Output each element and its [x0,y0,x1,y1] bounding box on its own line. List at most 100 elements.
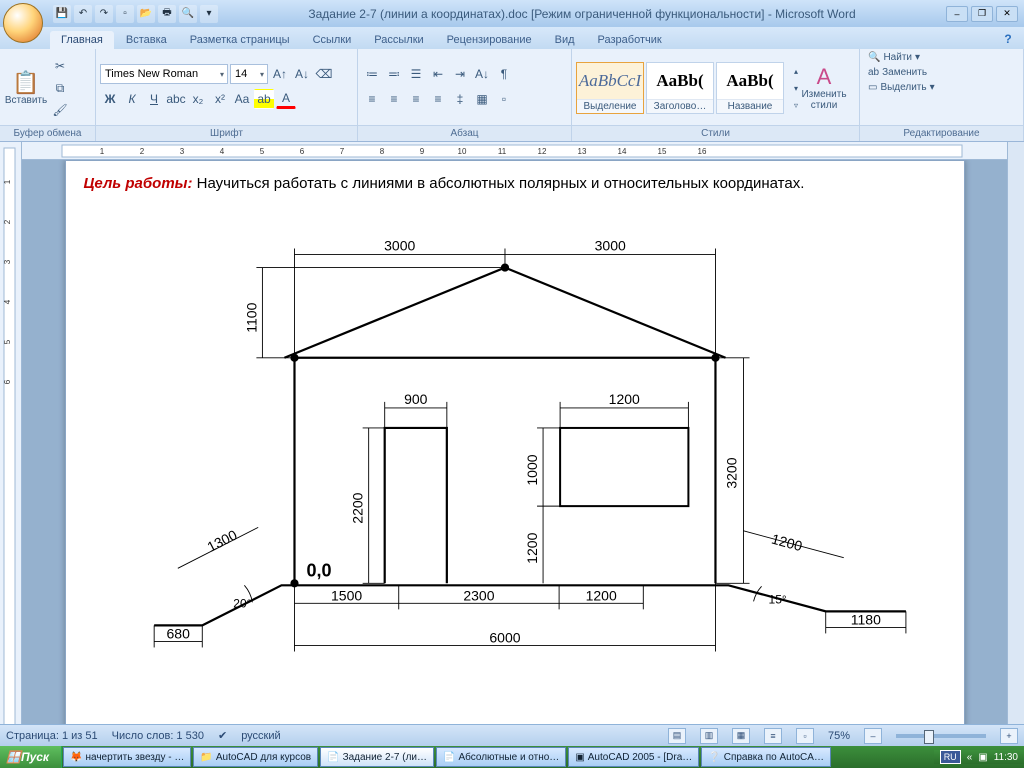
cut-icon[interactable]: ✂ [50,56,70,76]
qat-more-icon[interactable]: ▾ [200,5,218,23]
indent-icon[interactable]: ⇥ [450,64,470,84]
tray-network-icon[interactable]: ▣ [978,752,987,763]
ribbon: 📋Вставить ✂ ⧉ 🖌 Буфер обмена Times New R… [0,49,1024,142]
grow-font-icon[interactable]: A↑ [270,64,290,84]
group-editing-label: Редактирование [860,125,1023,141]
save-icon[interactable]: 💾 [53,5,71,23]
bullets-icon[interactable]: ≔ [362,64,382,84]
tab-view[interactable]: Вид [544,31,586,49]
change-styles-button[interactable]: AИзменить стили [802,61,846,115]
taskbar-help[interactable]: ❔ Справка по AutoCA… [701,747,831,767]
outdent-icon[interactable]: ⇤ [428,64,448,84]
select-button[interactable]: ▭Выделить ▾ [864,81,1019,94]
language-indicator[interactable]: RU [940,750,961,764]
multilevel-icon[interactable]: ☰ [406,64,426,84]
subscript-icon[interactable]: x₂ [188,89,208,109]
tab-home[interactable]: Главная [50,31,114,49]
view-draft-icon[interactable]: ▫ [796,728,814,744]
print-icon[interactable]: 🖶 [158,5,176,23]
horizontal-ruler: 1234 5678 9101112 13141516 [22,142,1007,160]
italic-icon[interactable]: К [122,89,142,109]
view-outline-icon[interactable]: ≡ [764,728,782,744]
tab-developer[interactable]: Разработчик [587,31,673,49]
font-family-combo[interactable]: Times New Roman [100,64,228,84]
restore-button[interactable]: ❐ [971,6,993,22]
redo-icon[interactable]: ↷ [95,5,113,23]
taskbar-word2[interactable]: 📄 Абсолютные и отно… [436,747,566,767]
shrink-font-icon[interactable]: A↓ [292,64,312,84]
tab-review[interactable]: Рецензирование [436,31,543,49]
status-words[interactable]: Число слов: 1 530 [112,730,204,742]
new-icon[interactable]: ▫ [116,5,134,23]
highlight-icon[interactable]: ab [254,89,274,109]
clock[interactable]: 11:30 [994,752,1018,763]
svg-text:10: 10 [458,147,467,156]
system-tray: RU « ▣ 11:30 [934,750,1024,764]
svg-text:20°: 20° [233,596,251,610]
align-right-icon[interactable]: ≡ [406,89,426,109]
status-lang[interactable]: русский [241,730,280,742]
tab-insert[interactable]: Вставка [115,31,178,49]
status-page[interactable]: Страница: 1 из 51 [6,730,98,742]
superscript-icon[interactable]: x² [210,89,230,109]
tray-expand-icon[interactable]: « [967,752,973,763]
taskbar-firefox[interactable]: 🦊 начертить звезду - … [63,747,191,767]
zoom-level[interactable]: 75% [828,730,850,742]
borders-icon[interactable]: ▫ [494,89,514,109]
underline-icon[interactable]: Ч [144,89,164,109]
preview-icon[interactable]: 🔍 [179,5,197,23]
replace-button[interactable]: abЗаменить [864,66,1019,79]
strike-icon[interactable]: abc [166,89,186,109]
start-button[interactable]: 🪟 Пуск [0,746,62,768]
align-center-icon[interactable]: ≡ [384,89,404,109]
format-painter-icon[interactable]: 🖌 [50,100,70,120]
view-web-icon[interactable]: ▦ [732,728,750,744]
svg-text:1200: 1200 [608,391,639,407]
svg-text:5: 5 [260,147,265,156]
bold-icon[interactable]: Ж [100,89,120,109]
taskbar-autocad[interactable]: ▣ AutoCAD 2005 - [Dra… [568,747,699,767]
open-icon[interactable]: 📂 [137,5,155,23]
find-button[interactable]: 🔍Найти ▾ [864,51,1019,64]
justify-icon[interactable]: ≡ [428,89,448,109]
numbering-icon[interactable]: ≕ [384,64,404,84]
style-title[interactable]: AaBb(Название [716,62,784,114]
svg-text:16: 16 [698,147,707,156]
close-button[interactable]: ✕ [996,6,1018,22]
undo-icon[interactable]: ↶ [74,5,92,23]
clear-format-icon[interactable]: ⌫ [314,64,334,84]
zoom-out-icon[interactable]: – [864,728,882,744]
zoom-slider[interactable] [896,734,986,738]
case-icon[interactable]: Aa [232,89,252,109]
paste-button[interactable]: 📋Вставить [4,67,48,110]
tab-references[interactable]: Ссылки [302,31,363,49]
document-page: Цель работы: Научиться работать с линиям… [65,160,965,731]
line-spacing-icon[interactable]: ‡ [450,89,470,109]
vertical-scrollbar[interactable] [1007,142,1024,746]
copy-icon[interactable]: ⧉ [50,78,70,98]
proofing-icon[interactable]: ✔ [218,729,227,742]
taskbar-folder[interactable]: 📁 AutoCAD для курсов [193,747,318,767]
office-button[interactable] [3,3,43,43]
taskbar-word-active[interactable]: 📄 Задание 2-7 (ли… [320,747,434,767]
zoom-in-icon[interactable]: + [1000,728,1018,744]
view-print-icon[interactable]: ▤ [668,728,686,744]
view-read-icon[interactable]: ▥ [700,728,718,744]
font-size-combo[interactable]: 14 [230,64,268,84]
svg-text:15: 15 [658,147,667,156]
minimize-button[interactable]: – [946,6,968,22]
font-color-icon[interactable]: A [276,89,296,109]
svg-text:6: 6 [300,147,305,156]
show-marks-icon[interactable]: ¶ [494,64,514,84]
tab-layout[interactable]: Разметка страницы [179,31,301,49]
help-icon[interactable]: ? [998,29,1018,49]
svg-text:8: 8 [380,147,385,156]
svg-text:900: 900 [404,391,428,407]
tab-mailings[interactable]: Рассылки [363,31,434,49]
sort-icon[interactable]: A↓ [472,64,492,84]
change-styles-icon: A [817,65,832,89]
shading-icon[interactable]: ▦ [472,89,492,109]
style-emphasis[interactable]: AaBbCcIВыделение [576,62,644,114]
style-heading[interactable]: AaBb(Заголово… [646,62,714,114]
align-left-icon[interactable]: ≡ [362,89,382,109]
